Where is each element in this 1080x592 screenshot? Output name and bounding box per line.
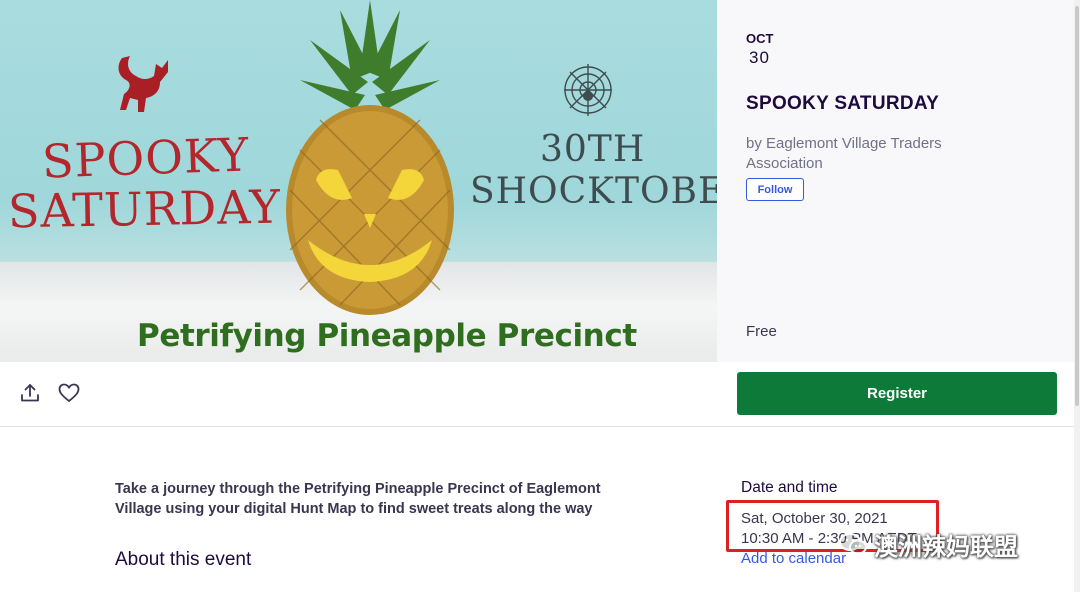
banner-title-line2: SATURDAY	[7, 179, 282, 239]
wechat-watermark: 澳洲辣妈联盟	[838, 527, 1018, 561]
banner-caption: Petrifying Pineapple Precinct	[137, 318, 637, 354]
banner-title-line1: SPOOKY	[41, 127, 251, 189]
event-date-month: OCT	[746, 31, 774, 46]
add-to-calendar-link[interactable]: Add to calendar	[741, 550, 846, 567]
event-banner-image: SPOOKY SATURDAY 30TH SHOCKTOBER Petrifyi…	[0, 0, 717, 362]
event-date-day: 30	[749, 48, 770, 67]
date-time-heading: Date and time	[741, 479, 838, 496]
wechat-icon	[839, 533, 867, 555]
pineapple-jack-o-lantern-icon	[286, 0, 454, 315]
ticket-price: Free	[746, 323, 777, 340]
spider-web-icon	[564, 64, 612, 116]
organizer-name[interactable]: by Eaglemont Village Traders Association	[746, 134, 986, 174]
scrollbar-thumb[interactable]	[1075, 6, 1079, 406]
follow-button[interactable]: Follow	[746, 178, 804, 201]
share-icon[interactable]	[20, 383, 40, 403]
event-summary: Take a journey through the Petrifying Pi…	[115, 481, 601, 517]
black-cat-icon	[118, 56, 168, 112]
register-button[interactable]: Register	[737, 372, 1057, 415]
about-heading: About this event	[115, 549, 252, 570]
event-title: SPOOKY SATURDAY	[746, 93, 940, 114]
watermark-text: 澳洲辣妈联盟	[874, 532, 1018, 561]
banner-subtitle-line2: SHOCKTOBER	[470, 171, 717, 212]
banner-subtitle-line1: 30TH	[540, 129, 646, 170]
heart-icon[interactable]	[58, 383, 80, 403]
